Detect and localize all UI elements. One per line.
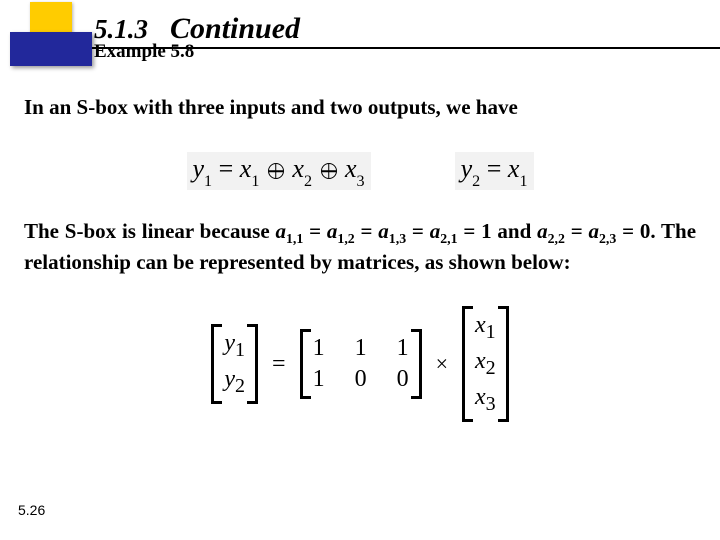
matrix-y: y1 y2 — [211, 324, 258, 404]
intro-paragraph: In an S-box with three inputs and two ou… — [24, 95, 696, 120]
times-sign: × — [436, 351, 448, 377]
matrix-x: x1 x2 x3 — [462, 306, 509, 421]
accent-bar — [10, 32, 92, 66]
xor-icon — [321, 163, 337, 179]
equals-sign: = — [272, 351, 286, 378]
matrix-equation: y1 y2 = 1 1 1 1 0 0 × — [24, 306, 696, 421]
slide-header: 5.1.3 Continued Example 5.8 — [0, 0, 720, 49]
xor-icon — [268, 163, 284, 179]
slide-body: In an S-box with three inputs and two ou… — [0, 49, 720, 422]
matrix-a: 1 1 1 1 0 0 — [300, 329, 422, 399]
equation-y1: y1 = x1 x2 x3 — [187, 152, 371, 190]
equation-y2: y2 = x1 — [455, 152, 534, 190]
example-label: Example 5.8 — [94, 41, 194, 63]
equation-row: y1 = x1 x2 x3 y2 = x1 — [24, 152, 696, 190]
explanation-paragraph: The S-box is linear because a1,1 = a1,2 … — [24, 218, 696, 276]
page-number: 5.26 — [18, 502, 45, 518]
